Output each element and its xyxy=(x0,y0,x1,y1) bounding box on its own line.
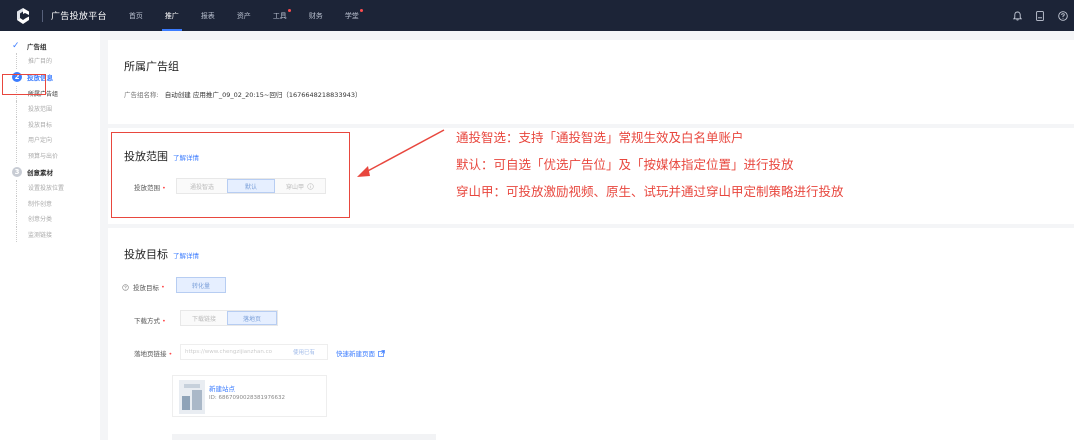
step-ad-group[interactable]: ✓ 广告组 xyxy=(0,39,100,53)
delivery-target-card: 投放目标 了解详情 投放目标 • 转化量 下载方式 • 下载链接 落地页 落地页链接 •… xyxy=(108,228,1074,440)
nav-icons xyxy=(999,0,1068,31)
nav-item-tools[interactable]: 工具 xyxy=(273,0,291,31)
landing-url-placeholder: https://www.chengzijianzhan.co xyxy=(185,349,273,355)
bell-icon[interactable] xyxy=(1012,11,1022,21)
site-card[interactable]: 新建站点 ID: 6867090028381976632 xyxy=(172,375,327,417)
top-nav: 广告投放平台 首页 推广 报表 资产 工具 财务 学堂 xyxy=(0,0,1074,31)
download-option-landing[interactable]: 落地页 xyxy=(227,311,277,325)
nav-item-assets[interactable]: 资产 xyxy=(237,0,251,31)
scope-highlight-box xyxy=(111,132,350,218)
step-creative[interactable]: 3 创意素材 xyxy=(0,163,100,180)
annotation-line-3: 穿山甲：可投放激励视频、原生、试玩并通过穿山甲定制策略进行投放 xyxy=(456,184,844,199)
brand-title: 广告投放平台 xyxy=(51,12,107,22)
annotation-line-2: 默认：可自选「优选广告位」及「按媒体指定位置」进行投放 xyxy=(456,157,794,172)
delivery-target-title-text: 投放目标 xyxy=(124,248,168,261)
ad-group-title: 所属广告组 xyxy=(124,60,179,73)
check-icon: ✓ xyxy=(12,41,20,51)
site-thumbnail xyxy=(179,380,205,414)
goal-selector: 转化量 xyxy=(176,277,226,293)
landing-label: 落地页链接 • xyxy=(134,350,173,358)
nav-item-finance[interactable]: 财务 xyxy=(309,0,323,31)
download-selector: 下载链接 落地页 xyxy=(180,310,278,326)
step-number-3: 3 xyxy=(12,166,22,177)
sidebar-item-promote-purpose[interactable]: 推广目的 xyxy=(0,53,100,69)
sidebar-item-make-creative[interactable]: 制作创意 xyxy=(0,195,100,212)
notification-dot xyxy=(287,9,291,12)
ad-group-name-value: 自动创建 应用推广_09_02_20:15~回归（167664821883394… xyxy=(164,91,362,99)
ad-group-card: 所属广告组 广告组名称: 自动创建 应用推广_09_02_20:15~回归（16… xyxy=(108,40,1074,124)
sidebar-item-tracking-link[interactable]: 监测链接 xyxy=(0,226,100,243)
site-name: 新建站点 xyxy=(209,385,235,393)
help-icon[interactable] xyxy=(1058,10,1068,21)
nav-item-academy[interactable]: 学堂 xyxy=(345,0,363,31)
nav-item-promote[interactable]: 推广 xyxy=(161,0,182,31)
external-link-icon xyxy=(378,349,385,357)
quick-create-link[interactable]: 快速新建页面 xyxy=(336,348,385,358)
brand-divider xyxy=(42,9,43,22)
nav-item-home[interactable]: 首页 xyxy=(129,0,143,31)
delivery-target-title: 投放目标 了解详情 xyxy=(124,246,199,262)
goal-label: 投放目标 • xyxy=(122,282,165,292)
sidebar-item-delivery-scope[interactable]: 投放范围 xyxy=(0,101,100,117)
download-label: 下载方式 • xyxy=(134,317,166,325)
goal-option-conversion[interactable]: 转化量 xyxy=(176,277,226,293)
annotation-line-1: 通投智选：支持「通投智选」常规生效及白名单账户 xyxy=(456,130,744,145)
next-field-row xyxy=(172,434,436,440)
sidebar-item-user-targeting[interactable]: 用户定向 xyxy=(0,132,100,148)
ad-group-name-label: 广告组名称: xyxy=(124,91,159,99)
sidebar-item-budget-bid[interactable]: 预算与出价 xyxy=(0,147,100,164)
landing-url-input[interactable]: https://www.chengzijianzhan.co 使用已有 xyxy=(180,344,328,360)
nav-item-report[interactable]: 报表 xyxy=(201,0,215,31)
nav-menu: 首页 推广 报表 资产 工具 财务 学堂 xyxy=(129,0,381,31)
logo-icon[interactable] xyxy=(14,7,32,25)
sidebar-highlight-box xyxy=(2,74,46,95)
site-id: ID: 6867090028381976632 xyxy=(209,395,285,401)
question-icon xyxy=(122,283,129,291)
sidebar-item-delivery-target[interactable]: 投放目标 xyxy=(0,116,100,133)
sidebar-item-creative-category[interactable]: 创意分类 xyxy=(0,211,100,227)
target-detail-link[interactable]: 了解详情 xyxy=(173,252,199,260)
download-option-link[interactable]: 下载链接 xyxy=(181,311,227,325)
notification-dot xyxy=(359,9,363,12)
ad-group-name-row: 广告组名称: 自动创建 应用推广_09_02_20:15~回归（16766482… xyxy=(124,89,362,99)
document-icon[interactable] xyxy=(1035,10,1045,21)
sidebar-item-placement[interactable]: 设置投放位置 xyxy=(0,180,100,196)
use-existing-button[interactable]: 使用已有 xyxy=(293,348,315,356)
